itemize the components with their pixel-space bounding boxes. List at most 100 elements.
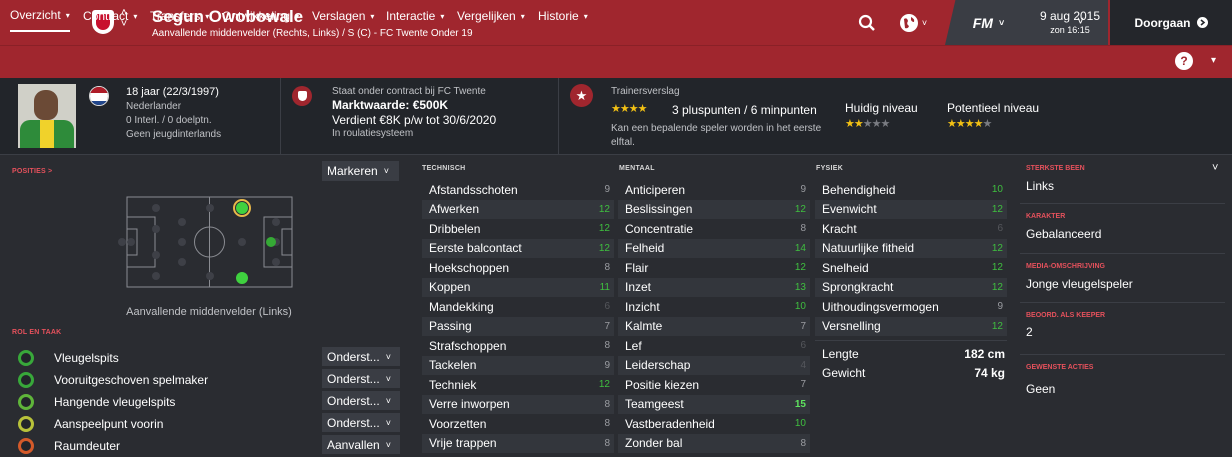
attribute-row[interactable]: Uithoudingsvermogen 9 [815, 297, 1007, 317]
fm-logo: FM [972, 14, 993, 31]
attribute-row[interactable]: Zonder bal 8 [618, 433, 810, 453]
tab-vergelijken[interactable]: Vergelijken ▾ [457, 0, 525, 32]
attribute-row[interactable]: Felheid 14 [618, 238, 810, 258]
divider [1020, 203, 1225, 204]
tab-historie[interactable]: Historie ▾ [538, 0, 588, 32]
current-ability-label: Huidig niveau [845, 101, 918, 115]
attribute-row[interactable]: Beslissingen 12 [618, 199, 810, 219]
attribute-row[interactable]: Inzicht 10 [618, 297, 810, 317]
attribute-row[interactable]: Techniek 12 [422, 375, 614, 395]
potential-ability-stars: ★★★★★ [947, 118, 992, 130]
attribute-row[interactable]: Natuurlijke fitheid 12 [815, 238, 1007, 258]
position-label: Aanvallende middenvelder (Links) [126, 306, 292, 318]
attribute-name: Anticiperen [625, 182, 686, 197]
attribute-row[interactable]: Sprongkracht 12 [815, 277, 1007, 297]
chevron-down-icon[interactable]: ˅ [1212, 162, 1218, 174]
attribute-row[interactable]: Behendigheid 10 [815, 180, 1007, 200]
attribute-row[interactable]: Flair 12 [618, 258, 810, 278]
role-row[interactable]: Raumdeuter Aanvallen ˅ [12, 435, 400, 457]
height-label: Lengte [822, 347, 859, 361]
date-display[interactable]: 9 aug 2015 zon 16:15 [1032, 0, 1108, 45]
squad-status: In roulatiesysteem [332, 128, 414, 139]
attribute-name: Eerste balcontact [429, 241, 522, 256]
duty-label: Onderst... [327, 393, 380, 408]
role-suitability-icon [18, 394, 34, 410]
role-row[interactable]: Vooruitgeschoven spelmaker Onderst... ˅ [12, 369, 400, 391]
tab-contract[interactable]: Contract ▾ [83, 0, 137, 32]
attribute-row[interactable]: Dribbelen 12 [422, 219, 614, 239]
attribute-value: 11 [599, 281, 610, 293]
role-row[interactable]: Vleugelspits Onderst... ˅ [12, 347, 400, 369]
attribute-row[interactable]: Koppen 11 [422, 277, 614, 297]
attribute-row[interactable]: Verre inworpen 8 [422, 394, 614, 414]
divider [280, 78, 281, 155]
world-menu-button[interactable]: ˅ [895, 0, 931, 45]
attribute-name: Passing [429, 319, 472, 334]
attribute-row[interactable]: Positie kiezen 7 [618, 375, 810, 395]
tab-transfers[interactable]: Transfers ▾ [150, 0, 209, 32]
attribute-row[interactable]: Kracht 6 [815, 219, 1007, 239]
attribute-name: Positie kiezen [625, 377, 700, 392]
attribute-row[interactable]: Eerste balcontact 12 [422, 238, 614, 258]
duty-label: Onderst... [327, 415, 380, 430]
attribute-row[interactable]: Versnelling 12 [815, 316, 1007, 336]
role-name: Vooruitgeschoven spelmaker [54, 373, 209, 387]
duty-dropdown[interactable]: Onderst... ˅ [322, 369, 400, 388]
chevron-down-icon: ˅ [385, 373, 391, 384]
tab-overzicht[interactable]: Overzicht ▾ [10, 0, 70, 32]
attribute-row[interactable]: Voorzetten 8 [422, 414, 614, 434]
duty-dropdown[interactable]: Onderst... ˅ [322, 347, 400, 366]
duty-dropdown[interactable]: Onderst... ˅ [322, 391, 400, 410]
player-age: 18 jaar (22/3/1997) [126, 86, 219, 98]
attribute-row[interactable]: Hoekschoppen 8 [422, 258, 614, 278]
attribute-row[interactable]: Strafschoppen 8 [422, 336, 614, 356]
attribute-row[interactable]: Anticiperen 9 [618, 180, 810, 200]
chevron-down-icon: ˅ [383, 166, 389, 176]
search-button[interactable] [855, 0, 879, 45]
globe-icon [899, 13, 918, 32]
attribute-row[interactable]: Passing 7 [422, 316, 614, 336]
arrow-right-circle-icon [1196, 17, 1208, 28]
preferred-moves-header: GEWENSTE ACTIES [1026, 364, 1094, 371]
continue-button[interactable]: Doorgaan [1110, 0, 1232, 45]
chevron-down-icon: ▾ [295, 11, 300, 21]
help-icon[interactable]: ? [1175, 52, 1193, 70]
attribute-row[interactable]: Tackelen 9 [422, 355, 614, 375]
attribute-value: 6 [997, 223, 1003, 235]
attribute-row[interactable]: Afstandsschoten 9 [422, 180, 614, 200]
attribute-name: Uithoudingsvermogen [822, 299, 939, 314]
attribute-value: 7 [800, 320, 806, 332]
duty-dropdown[interactable]: Aanvallen ˅ [322, 435, 400, 454]
attribute-row[interactable]: Snelheid 12 [815, 258, 1007, 278]
attribute-name: Afstandsschoten [429, 182, 518, 197]
duty-dropdown[interactable]: Onderst... ˅ [322, 413, 400, 432]
tab-verslagen[interactable]: Verslagen ▾ [312, 0, 374, 32]
attribute-row[interactable]: Leiderschap 4 [618, 355, 810, 375]
tab-interactie[interactable]: Interactie ▾ [386, 0, 444, 32]
attribute-value: 8 [604, 437, 610, 449]
attribute-row[interactable]: Vastberadenheid 10 [618, 414, 810, 434]
attribute-row[interactable]: Mandekking 6 [422, 297, 614, 317]
tab-ontwikkeling[interactable]: Ontwikkeling ▾ [222, 0, 299, 32]
attribute-row[interactable]: Kalmte 7 [618, 316, 810, 336]
attribute-name: Dribbelen [429, 221, 481, 236]
attribute-row[interactable]: Vrije trappen 8 [422, 433, 614, 453]
mark-dropdown[interactable]: Markeren ˅ [322, 161, 399, 181]
positions-header[interactable]: POSITIES > [12, 168, 52, 175]
attribute-name: Kalmte [625, 319, 663, 334]
attribute-row[interactable]: Inzet 13 [618, 277, 810, 297]
attribute-row[interactable]: Lef 6 [618, 336, 810, 356]
attribute-row[interactable]: Afwerken 12 [422, 199, 614, 219]
attribute-row[interactable]: Concentratie 8 [618, 219, 810, 239]
chevron-down-icon[interactable]: ˅ [1077, 14, 1084, 28]
attribute-row[interactable]: Teamgeest 15 [618, 394, 810, 414]
attribute-name: Kracht [822, 221, 857, 236]
role-row[interactable]: Aanspeelpunt voorin Onderst... ˅ [12, 413, 400, 435]
chevron-down-icon[interactable]: ▾ [1211, 55, 1216, 66]
attribute-row[interactable]: Evenwicht 12 [815, 199, 1007, 219]
attribute-name: Versnelling [822, 319, 881, 334]
fm-menu-button[interactable]: FM ˅ [945, 0, 1032, 45]
attribute-name: Sprongkracht [822, 280, 894, 295]
role-row[interactable]: Hangende vleugelspits Onderst... ˅ [12, 391, 400, 413]
attribute-value: 8 [604, 418, 610, 430]
